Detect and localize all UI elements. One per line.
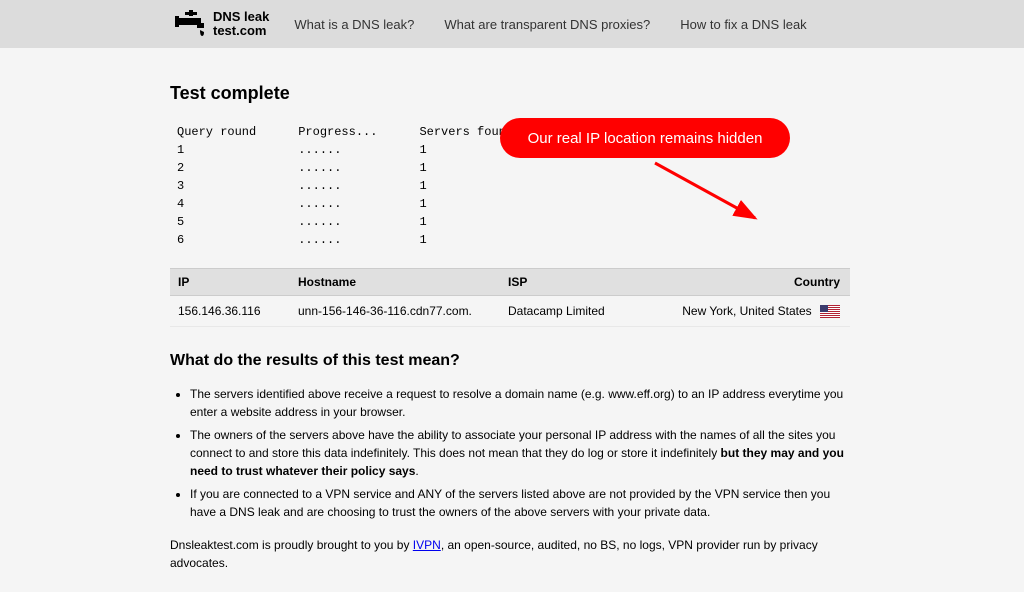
nav-how-to-fix[interactable]: How to fix a DNS leak xyxy=(680,17,806,32)
page-title: Test complete xyxy=(170,83,854,104)
results-table: IP Hostname ISP Country 156.146.36.116 u… xyxy=(170,268,850,327)
progress-header-progress: Progress... xyxy=(298,124,417,140)
progress-row: 1......1 xyxy=(177,142,553,158)
us-flag-icon xyxy=(820,305,840,318)
annotation-bubble: Our real IP location remains hidden xyxy=(500,118,790,158)
annotation-arrow-icon xyxy=(650,158,770,228)
result-country: New York, United States xyxy=(637,296,850,327)
nav: What is a DNS leak? What are transparent… xyxy=(294,17,806,32)
faucet-icon xyxy=(175,10,207,38)
progress-table: Query round Progress... Servers found 1.… xyxy=(175,122,555,250)
results-header-isp: ISP xyxy=(500,269,637,296)
results-row: 156.146.36.116 unn-156-146-36-116.cdn77.… xyxy=(170,296,850,327)
explanation-bullet: If you are connected to a VPN service an… xyxy=(190,485,854,521)
footer-text: Dnsleaktest.com is proudly brought to yo… xyxy=(170,536,854,572)
result-ip: 156.146.36.116 xyxy=(170,296,290,327)
progress-row: 2......1 xyxy=(177,160,553,176)
explanation-bullet: The owners of the servers above have the… xyxy=(190,426,854,480)
logo-text: DNS leak test.com xyxy=(213,10,269,39)
progress-header-round: Query round xyxy=(177,124,296,140)
nav-what-is-dns-leak[interactable]: What is a DNS leak? xyxy=(294,17,414,32)
header: DNS leak test.com What is a DNS leak? Wh… xyxy=(0,0,1024,48)
progress-row: 5......1 xyxy=(177,214,553,230)
nav-transparent-proxies[interactable]: What are transparent DNS proxies? xyxy=(444,17,650,32)
progress-row: 4......1 xyxy=(177,196,553,212)
result-hostname: unn-156-146-36-116.cdn77.com. xyxy=(290,296,500,327)
content: Test complete Query round Progress... Se… xyxy=(0,48,1024,592)
progress-row: 6......1 xyxy=(177,232,553,248)
ivpn-link[interactable]: IVPN xyxy=(413,538,441,552)
progress-row: 3......1 xyxy=(177,178,553,194)
explanation-heading: What do the results of this test mean? xyxy=(170,352,854,370)
logo[interactable]: DNS leak test.com xyxy=(175,10,269,39)
results-header-country: Country xyxy=(637,269,850,296)
explanation-bullet: The servers identified above receive a r… xyxy=(190,385,854,421)
results-header-hostname: Hostname xyxy=(290,269,500,296)
results-header-ip: IP xyxy=(170,269,290,296)
result-isp: Datacamp Limited xyxy=(500,296,637,327)
explanation: The servers identified above receive a r… xyxy=(170,385,854,572)
